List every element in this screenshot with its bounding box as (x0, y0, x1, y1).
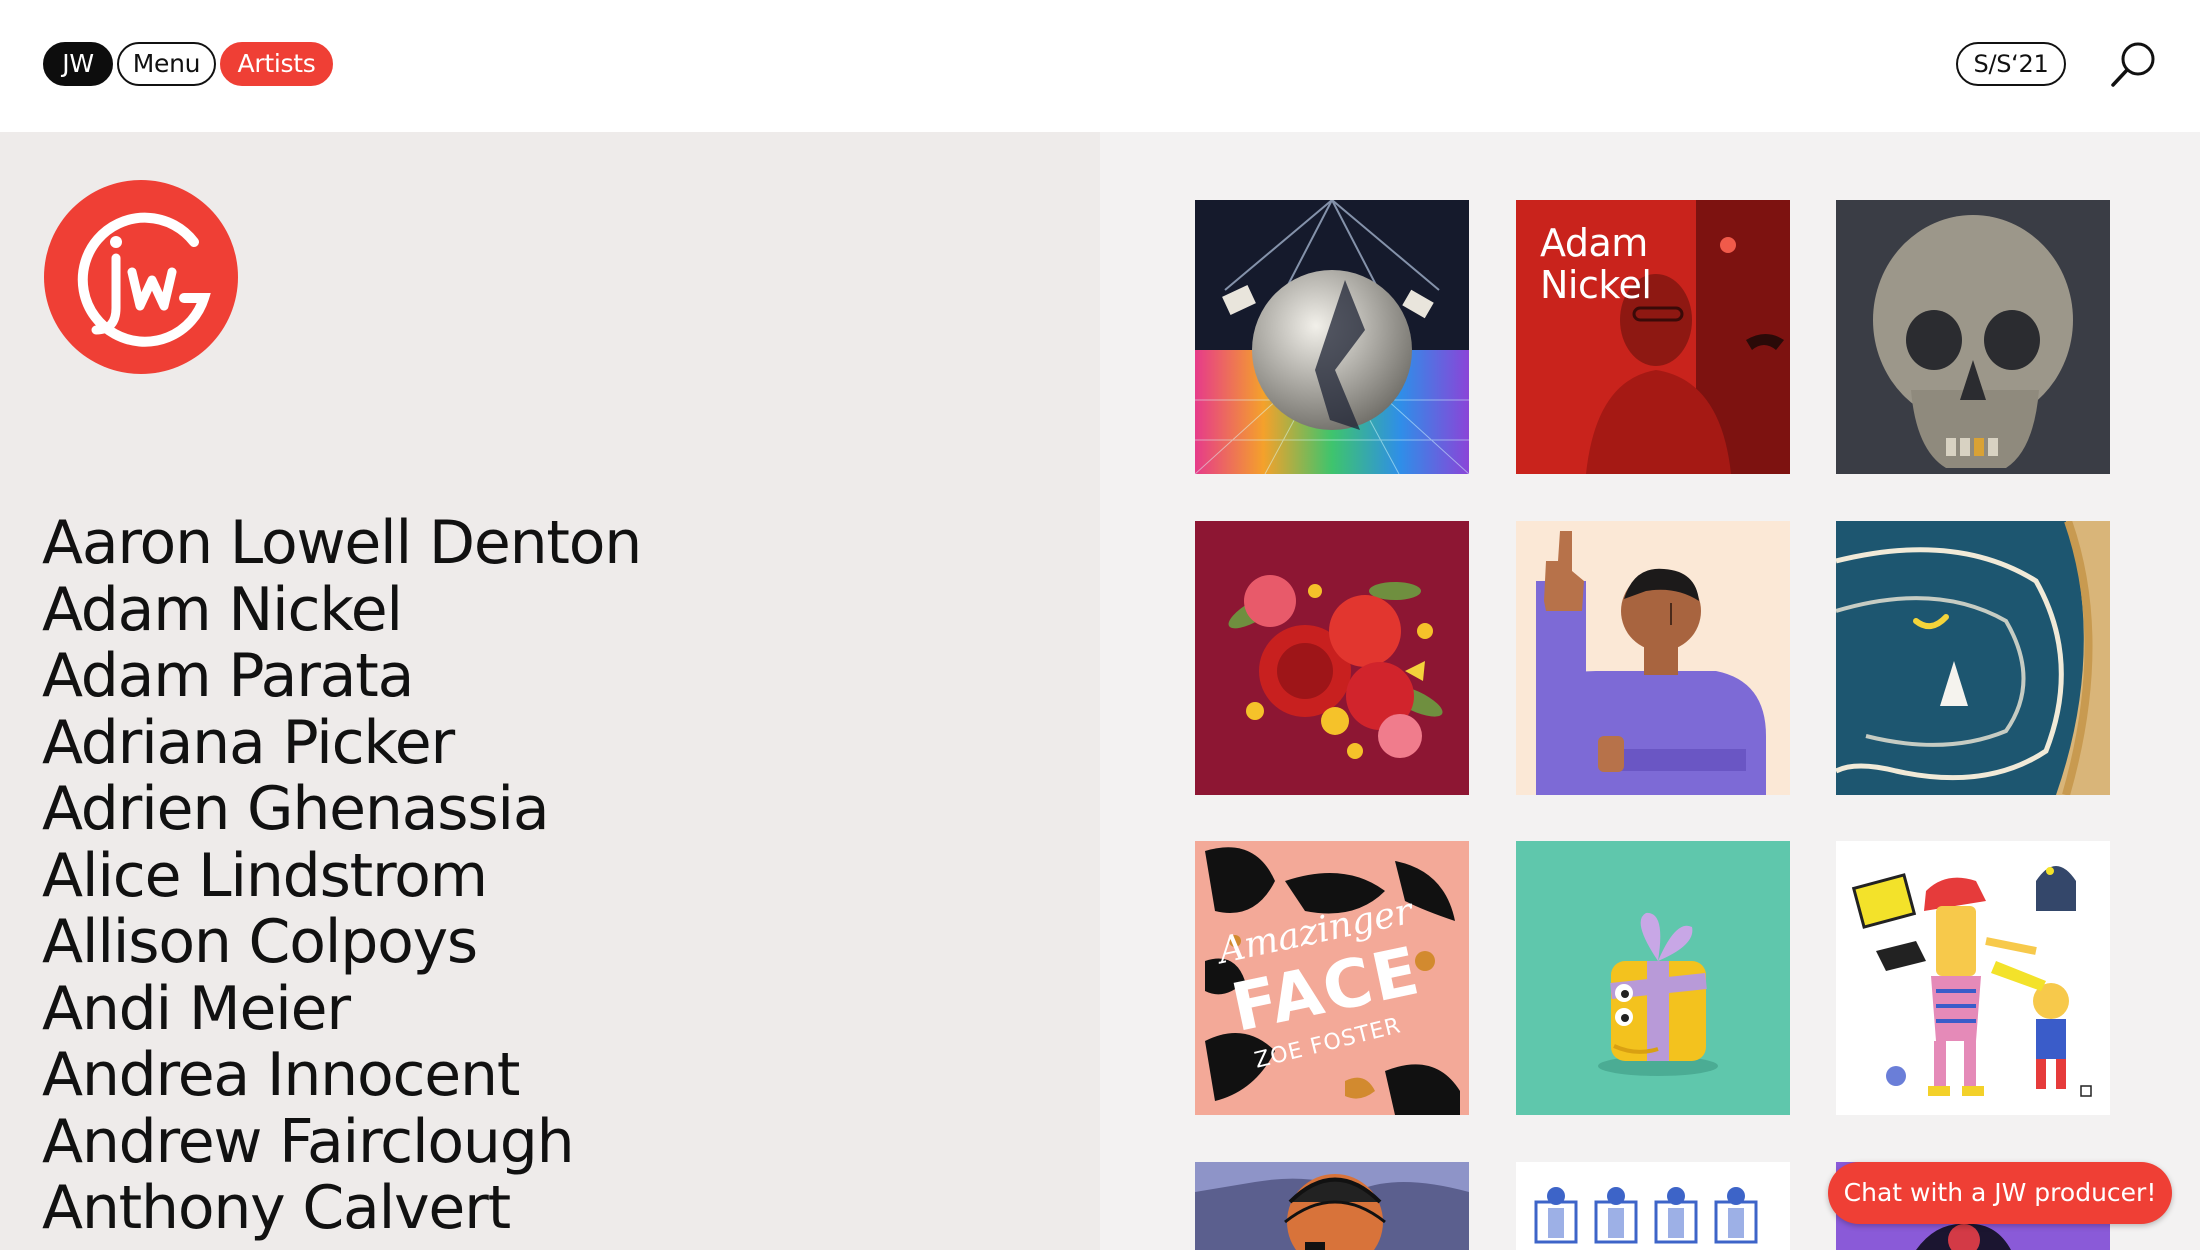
gift-box-artwork (1516, 841, 1790, 1115)
artist-link[interactable]: Adam Parata (42, 643, 641, 710)
artwork-thumb-seats[interactable] (1516, 1162, 1790, 1250)
artwork-thumb-flowers[interactable] (1195, 521, 1469, 795)
artwork-thumb-adam-nickel[interactable]: Adam Nickel (1516, 200, 1790, 474)
artwork-thumb-amazinger-face[interactable]: Amazinger FACE ZOE FOSTER (1195, 841, 1469, 1115)
top-bar: JW Menu Artists S/S‘21 (0, 0, 2200, 132)
artwork-thumb-skull[interactable] (1836, 200, 2110, 474)
artwork-thumb-gesture[interactable] (1516, 521, 1790, 795)
multitask-artwork (1836, 841, 2110, 1115)
home-button[interactable]: JW (43, 42, 113, 86)
artist-link[interactable]: Aaron Lowell Denton (42, 510, 642, 577)
artist-list: Aaron Lowell Denton Adam Nickel Adam Par… (42, 510, 642, 1242)
seats-artwork (1516, 1162, 1790, 1250)
artists-button[interactable]: Artists (220, 42, 333, 86)
flowers-artwork (1195, 521, 1469, 795)
wave-face-artwork (1836, 521, 2110, 795)
menu-button[interactable]: Menu (117, 42, 216, 86)
comic-artwork (1195, 1162, 1469, 1250)
jw-logo[interactable] (44, 180, 238, 374)
artist-link[interactable]: Andi Meier (42, 975, 641, 1043)
artwork-thumb-multitask[interactable] (1836, 841, 2110, 1115)
season-button[interactable]: S/S‘21 (1956, 42, 2066, 86)
artist-index-panel: Aaron Lowell Denton Adam Nickel Adam Par… (0, 132, 1100, 1250)
title-line: Adam (1540, 221, 1648, 265)
title-line: Nickel (1540, 263, 1652, 307)
artwork-thumb-wave-face[interactable] (1836, 521, 2110, 795)
artist-link[interactable]: Alice Lindstrom (42, 842, 641, 910)
search-button[interactable] (2108, 38, 2160, 90)
artist-link[interactable]: Adriana Picker (42, 709, 641, 777)
disco-ball-artwork (1195, 200, 1469, 474)
adam-nickel-title: Adam Nickel (1540, 221, 1652, 307)
artist-link[interactable]: Adam Nickel (42, 576, 641, 644)
artwork-thumb-disco-ball[interactable] (1195, 200, 1469, 474)
jw-logo-icon (44, 180, 238, 374)
artwork-grid: Adam Nickel Amazinger FACE ZOE FOSTER (1100, 132, 2200, 1250)
artist-link[interactable]: Andrea Innocent (42, 1042, 641, 1109)
chat-with-producer-button[interactable]: Chat with a JW producer! (1828, 1162, 2172, 1224)
artist-link[interactable]: Adrien Ghenassia (42, 776, 641, 843)
artist-link[interactable]: Allison Colpoys (42, 909, 641, 976)
gesture-artwork (1516, 521, 1790, 795)
search-icon (2111, 42, 2155, 87)
artist-link[interactable]: Andrew Fairclough (42, 1108, 641, 1176)
artwork-thumb-gift-box[interactable] (1516, 841, 1790, 1115)
artist-link[interactable]: Anthony Calvert (42, 1175, 641, 1242)
skull-artwork (1836, 200, 2110, 474)
artwork-thumb-comic[interactable] (1195, 1162, 1469, 1250)
